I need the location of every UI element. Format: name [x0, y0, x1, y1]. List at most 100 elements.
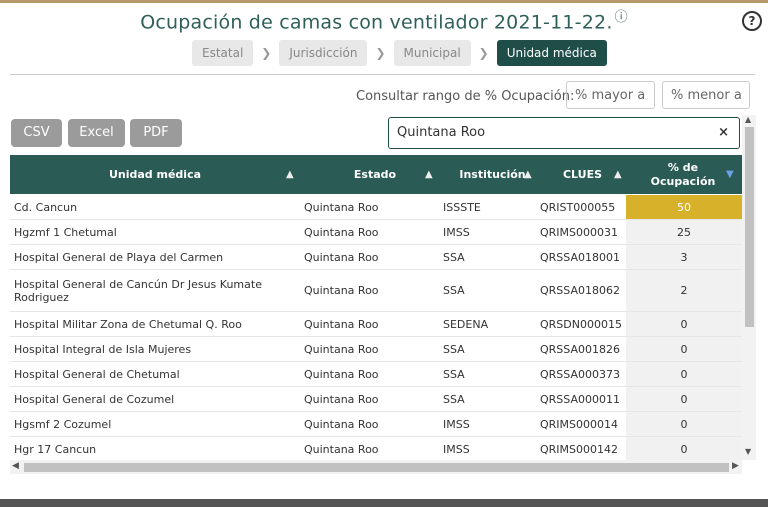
cell-clues: QRSSA000011 — [540, 392, 620, 406]
breadcrumb-jurisdiccion[interactable]: Jurisdicción — [279, 40, 368, 66]
cell-institucion: SSA — [443, 367, 465, 381]
cell-ocupacion: 0 — [626, 337, 742, 361]
cell-institucion: ISSSTE — [443, 200, 481, 214]
breadcrumb: Estatal ❯ Jurisdicción ❯ Municipal ❯ Uni… — [192, 40, 607, 66]
horizontal-scrollbar[interactable]: ◀ ▶ — [10, 460, 742, 474]
page-title: Ocupación de camas con ventilador 2021-1… — [0, 6, 768, 33]
cell-ocupacion: 0 — [626, 387, 742, 411]
sort-icon[interactable]: ▲︎ — [524, 155, 532, 194]
scroll-down-icon[interactable]: ▼ — [745, 447, 751, 456]
range-label: Consultar rango de % Ocupación: — [356, 89, 575, 104]
scroll-up-icon[interactable]: ▲ — [745, 115, 751, 124]
table-row[interactable]: Hgr 17 Cancun Quintana Roo IMSS QRIMS000142… — [10, 437, 742, 462]
cell-institucion: IMSS — [443, 442, 470, 456]
cell-estado: Quintana Roo — [304, 417, 379, 431]
cell-unidad: Hospital General de Playa del Carmen — [14, 250, 224, 264]
info-icon[interactable]: ⓘ — [615, 10, 628, 25]
table-row[interactable]: Hospital General de Cancún Dr Jesus Kuma… — [10, 270, 742, 312]
cell-unidad: Hospital Integral de Isla Mujeres — [14, 342, 192, 356]
table-row[interactable]: Hospital General de Playa del Carmen Quin… — [10, 245, 742, 270]
table-row[interactable]: Hospital Integral de Isla Mujeres Quintan… — [10, 337, 742, 362]
table-row[interactable]: Hgsmf 2 Cozumel Quintana Roo IMSS QRIMS0000… — [10, 412, 742, 437]
scroll-left-icon[interactable]: ◀ — [12, 461, 19, 471]
sort-icon[interactable]: ▲︎ — [286, 155, 294, 194]
horizontal-scroll-thumb[interactable] — [24, 463, 729, 472]
chevron-right-icon: ❯ — [478, 46, 489, 60]
csv-button[interactable]: CSV — [11, 119, 62, 147]
cell-clues: QRIST000055 — [540, 200, 616, 214]
cell-institucion: IMSS — [443, 417, 470, 431]
cell-ocupacion: 25 — [626, 220, 742, 244]
table-row[interactable]: Cd. Cancun Quintana Roo ISSSTE QRIST000055 5… — [10, 195, 742, 220]
table-body: Cd. Cancun Quintana Roo ISSSTE QRIST000055 5… — [10, 195, 742, 462]
pdf-button[interactable]: PDF — [130, 119, 182, 147]
clear-search-icon[interactable]: × — [718, 118, 729, 148]
table-header: Unidad médica ▲︎ Estado ▲︎ Institución ▲… — [10, 155, 742, 194]
cell-ocupacion: 0 — [626, 412, 742, 436]
sort-icon[interactable]: ▲︎ — [425, 155, 433, 194]
cell-clues: QRSDN000015 — [540, 317, 622, 331]
cell-unidad: Hospital General de Chetumal — [14, 367, 180, 381]
search-input[interactable]: Quintana Roo × — [388, 117, 740, 149]
column-header-unidad[interactable]: Unidad médica — [10, 155, 300, 194]
excel-button[interactable]: Excel — [68, 119, 125, 147]
cell-ocupacion: 0 — [626, 437, 742, 461]
cell-clues: QRSSA018062 — [540, 284, 620, 297]
cell-ocupacion: 0 — [626, 362, 742, 386]
cell-institucion: IMSS — [443, 225, 470, 239]
cell-institucion: SSA — [443, 250, 465, 264]
cell-estado: Quintana Roo — [304, 200, 379, 214]
table-row[interactable]: Hospital Militar Zona de Chetumal Q. Roo… — [10, 312, 742, 337]
range-min-input[interactable]: % mayor a — [566, 81, 655, 109]
cell-ocupacion: 0 — [626, 312, 742, 336]
cell-unidad: Hgsmf 2 Cozumel — [14, 417, 112, 431]
sort-desc-icon[interactable]: ▼ — [726, 155, 734, 194]
column-header-institucion[interactable]: Institución — [450, 155, 535, 194]
top-accent-line — [0, 0, 768, 3]
column-header-ocupacion[interactable]: % de Ocupación — [646, 155, 720, 194]
cell-clues: QRSSA000373 — [540, 367, 620, 381]
cell-estado: Quintana Roo — [304, 250, 379, 264]
cell-clues: QRSSA018001 — [540, 250, 620, 264]
cell-unidad: Hospital General de Cozumel — [14, 392, 175, 406]
chevron-right-icon: ❯ — [261, 46, 272, 60]
cell-clues: QRIMS000031 — [540, 225, 619, 239]
vertical-scroll-thumb[interactable] — [745, 127, 754, 327]
breadcrumb-estatal[interactable]: Estatal — [192, 40, 254, 66]
cell-clues: QRSSA001826 — [540, 342, 620, 356]
scroll-right-icon[interactable]: ▶ — [732, 461, 739, 471]
cell-estado: Quintana Roo — [304, 284, 379, 297]
cell-clues: QRIMS000014 — [540, 417, 619, 431]
cell-estado: Quintana Roo — [304, 442, 379, 456]
cell-estado: Quintana Roo — [304, 225, 379, 239]
table-row[interactable]: Hospital General de Chetumal Quintana Roo… — [10, 362, 742, 387]
cell-unidad: Hospital Militar Zona de Chetumal Q. Roo — [14, 317, 242, 331]
cell-estado: Quintana Roo — [304, 367, 379, 381]
breadcrumb-municipal[interactable]: Municipal — [393, 40, 471, 66]
vertical-scrollbar[interactable]: ▲ ▼ — [742, 115, 756, 460]
cell-institucion: SEDENA — [443, 317, 489, 331]
sort-icon[interactable]: ▲︎ — [614, 155, 622, 194]
cell-ocupacion: 50 — [626, 195, 742, 219]
cell-estado: Quintana Roo — [304, 392, 379, 406]
column-header-estado[interactable]: Estado — [310, 155, 440, 194]
help-icon[interactable]: ? — [742, 11, 762, 31]
chevron-right-icon: ❯ — [375, 46, 386, 60]
cell-unidad: Hgzmf 1 Chetumal — [14, 225, 117, 239]
range-max-input[interactable]: % menor a — [662, 81, 750, 109]
cell-unidad: Cd. Cancun — [14, 200, 78, 214]
table-row[interactable]: Hgzmf 1 Chetumal Quintana Roo IMSS QRIMS000… — [10, 220, 742, 245]
page-title-text: Ocupación de camas con ventilador 2021-1… — [140, 11, 613, 34]
divider — [10, 74, 755, 75]
cell-unidad: Hgr 17 Cancun — [14, 442, 97, 456]
cell-estado: Quintana Roo — [304, 342, 379, 356]
cell-institucion: SSA — [443, 284, 465, 297]
table-row[interactable]: Hospital General de Cozumel Quintana Roo S… — [10, 387, 742, 412]
column-header-clues[interactable]: CLUES — [545, 155, 620, 194]
breadcrumb-unidad-medica[interactable]: Unidad médica — [496, 40, 607, 66]
bottom-bar — [0, 499, 768, 507]
cell-estado: Quintana Roo — [304, 317, 379, 331]
cell-ocupacion: 2 — [626, 270, 742, 311]
cell-unidad: Hospital General de Cancún Dr Jesus Kuma… — [14, 277, 262, 304]
cell-clues: QRIMS000142 — [540, 442, 619, 456]
